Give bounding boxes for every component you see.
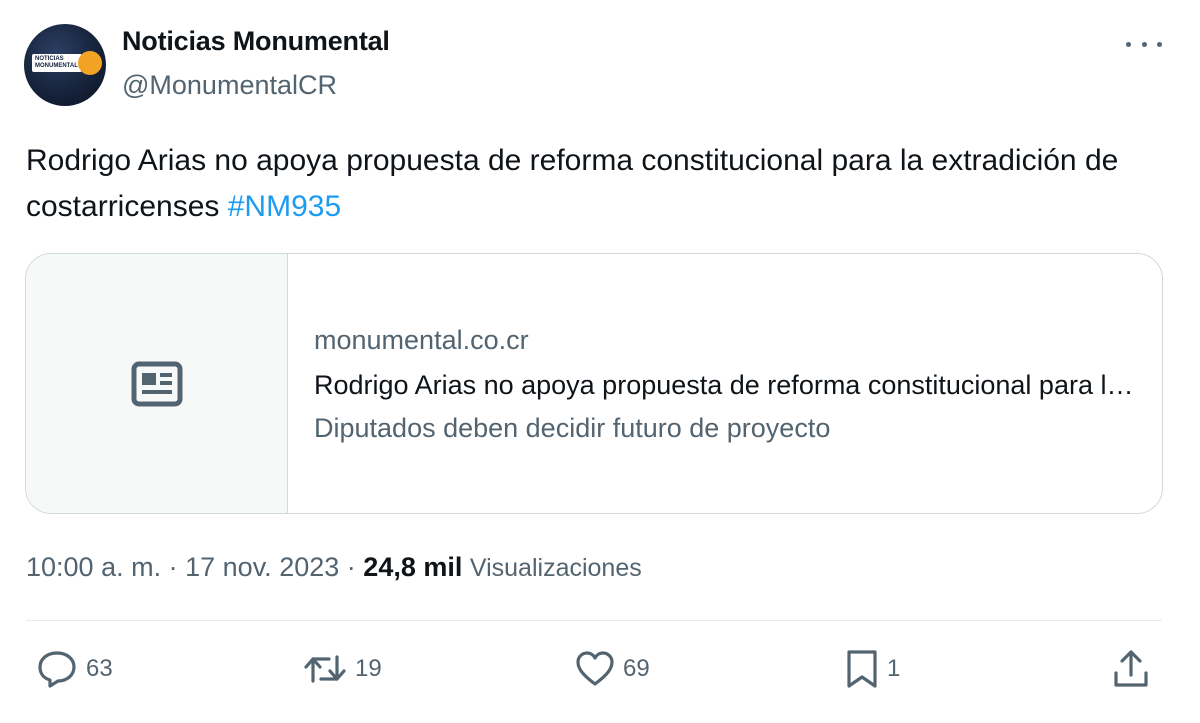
repost-button[interactable]: 19 — [303, 648, 382, 690]
card-description: Diputados deben decidir futuro de proyec… — [314, 413, 831, 443]
bookmark-icon — [847, 650, 877, 688]
share-icon — [1114, 650, 1148, 687]
heart-icon — [576, 651, 614, 686]
more-dot — [1157, 41, 1162, 47]
tweet-metadata: 10:00 a. m. · 17 nov. 2023 · 24,8 mil Vi… — [26, 552, 642, 583]
bookmark-button[interactable]: 1 — [845, 648, 900, 690]
more-dot — [1126, 41, 1131, 47]
views-label: Visualizaciones — [469, 554, 642, 582]
reply-icon — [38, 651, 76, 688]
repost-icon — [304, 655, 346, 683]
avatar-logo-text: NOTICIAS MONUMENTAL — [32, 54, 82, 72]
divider — [26, 620, 1162, 621]
tweet-time[interactable]: 10:00 a. m. — [26, 552, 161, 582]
card-title: Rodrigo Arias no apoya propuesta de refo… — [314, 370, 1134, 400]
display-name[interactable]: Noticias Monumental — [122, 26, 390, 57]
repost-count: 19 — [355, 655, 382, 682]
meta-separator: · — [168, 552, 178, 582]
tweet-date[interactable]: 17 nov. 2023 — [185, 552, 339, 582]
news-article-icon — [131, 361, 183, 407]
tweet-body: Rodrigo Arias no apoya propuesta de refo… — [26, 144, 1119, 223]
hashtag-link[interactable]: #NM935 — [228, 190, 341, 223]
reply-count: 63 — [86, 655, 113, 682]
card-domain: monumental.co.cr — [314, 325, 529, 355]
more-dot — [1141, 41, 1147, 47]
bookmark-count: 1 — [887, 655, 901, 682]
meta-separator: · — [346, 552, 356, 582]
account-avatar[interactable]: NOTICIAS MONUMENTAL — [24, 24, 106, 106]
share-button[interactable] — [1112, 648, 1150, 690]
views-count: 24,8 mil — [363, 552, 463, 582]
account-handle[interactable]: @MonumentalCR — [122, 70, 337, 101]
like-button[interactable]: 69 — [575, 648, 650, 690]
card-thumbnail — [26, 254, 288, 513]
avatar-logo-mark — [78, 51, 102, 75]
reply-button[interactable]: 63 — [36, 648, 113, 690]
link-preview-card[interactable]: monumental.co.cr Rodrigo Arias no apoya … — [25, 253, 1163, 514]
like-count: 69 — [623, 655, 650, 682]
tweet-text: Rodrigo Arias no apoya propuesta de refo… — [26, 138, 1156, 230]
more-options-icon[interactable] — [1126, 34, 1162, 54]
